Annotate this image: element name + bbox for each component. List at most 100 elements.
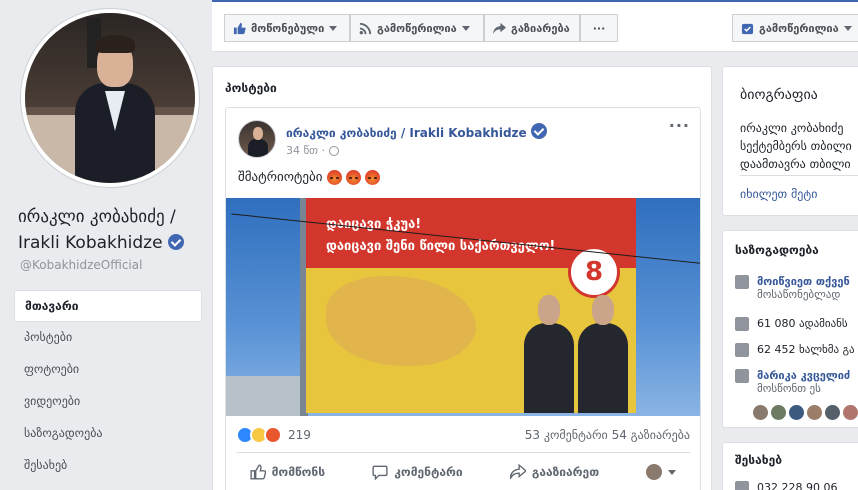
post-meta: 34 წთ · [286,144,339,157]
bio-title: ბიოგრაფია [740,87,818,103]
post-author-avatar[interactable] [238,120,276,158]
post-timestamp[interactable]: 34 წთ · [286,144,325,157]
likes-count: 61 080 ადამიანს [757,317,848,330]
nav-item-about[interactable]: შესახებ [14,450,202,482]
post-author[interactable]: ირაკლი კობახიძე / Irakli Kobakhidze [286,123,547,140]
post-text-content: შმატრიოტები [238,170,323,185]
more-options-label: ··· [592,21,606,35]
rss-icon [735,343,749,357]
post-photo[interactable]: დაიცავი ჭკუა! დაიცავი შენი წილი საქართვე… [226,198,700,416]
more-options-button[interactable]: ··· [580,14,618,42]
friend-avatar[interactable] [753,405,768,420]
person-figure [524,295,574,413]
invite-friends-sub: მოსაწონებლად [757,288,841,301]
person-figure [578,295,628,413]
profile-picture-frame[interactable] [20,8,200,188]
post-actions: მომწონს კომენტარი გააზიარეთ [226,464,700,480]
subscribed-button-label: გამოწერილია [759,21,839,35]
liked-button-label: მოწონებული [251,21,325,35]
add-friend-icon [735,275,749,289]
angry-reaction-icon [264,426,282,444]
page-avatar-icon [646,464,663,480]
rss-icon [359,22,372,34]
invite-friends-row[interactable]: მოიწვიეთ თქვენ მოსაწონებლად [735,275,850,301]
angry-emoji-icon [364,170,380,185]
engagement-counts: 53 კომენტარი 54 გაზიარება [525,428,690,442]
globe-icon[interactable] [329,145,339,156]
friend-avatar[interactable] [807,405,822,420]
bio-line: სექტემბერს თბილი [740,139,852,153]
page-action-bar: მოწონებული გამოწერილია გაზიარება ··· გამ… [212,0,858,52]
share-arrow-icon [509,464,526,480]
see-more-link[interactable]: იხილეთ მეტი [740,187,817,201]
chevron-down-icon [461,25,470,31]
profile-picture[interactable] [25,13,195,183]
post-card: ირაკლი კობახიძე / Irakli Kobakhidze 34 წ… [225,107,701,490]
divider [236,452,690,453]
reactions-summary[interactable]: 219 [236,426,311,444]
angry-emoji-icon [345,170,361,185]
angry-emoji-icon [326,170,342,185]
thumbs-up-icon [233,22,246,34]
post-as-selector[interactable] [646,464,677,480]
comment-action-label: კომენტარი [394,465,463,479]
subscribed-button[interactable]: გამოწერილია [732,14,858,42]
friend-avatar[interactable] [771,405,786,420]
likes-row: 61 080 ადამიანს [735,317,848,331]
nav-item-posts[interactable]: პოსტები [14,322,202,354]
share-action-button[interactable]: გააზიარეთ [509,464,600,480]
like-action-label: მომწონს [271,465,326,479]
community-panel: საზოგადოება მოიწვიეთ თქვენ მოსაწონებლად … [722,230,858,428]
nav-item-photos[interactable]: ფოტოები [14,354,202,386]
friend-avatar[interactable] [825,405,840,420]
friend-avatar[interactable] [843,405,858,420]
chevron-down-icon [843,25,852,31]
invite-friends-link[interactable]: მოიწვიეთ თქვენ [757,275,850,288]
info-panel: შესახებ 032 228 90 06 [722,442,858,490]
following-button-label: გამოწერილია [377,21,457,35]
posts-section: პოსტები ირაკლი კობახიძე / Irakli Kobakhi… [212,66,712,490]
friend-avatars [753,405,858,420]
friends-icon [735,369,749,383]
nav-item-community[interactable]: საზოგადოება [14,418,202,450]
thumbs-up-icon [250,464,266,480]
chevron-down-icon [668,469,677,475]
page-handle[interactable]: @KobakhidzeOfficial [20,258,142,272]
share-page-button-label: გაზიარება [511,21,570,35]
nav-item-home[interactable]: მთავარი [14,290,202,322]
share-page-button[interactable]: გაზიარება [484,14,580,42]
page-name[interactable]: ირაკლი კობახიძე / Irakli Kobakhidze [18,204,208,256]
bio-line: დაამთავრა თბილი [740,157,851,171]
page-nav: მთავარი პოსტები ფოტოები ვიდეოები საზოგად… [14,290,202,482]
building-image-part [226,376,302,416]
follows-count: 62 452 ხალხმა გა [757,343,855,356]
chevron-down-icon [329,25,338,31]
community-title[interactable]: საზოგადოება [735,243,819,257]
post-options-icon[interactable]: ··· [669,116,690,135]
comment-bubble-icon [372,465,388,480]
thumbs-up-icon [735,317,749,331]
post-author-name[interactable]: ირაკლი კობახიძე / Irakli Kobakhidze [286,126,527,140]
comment-action-button[interactable]: კომენტარი [372,464,463,480]
reaction-count[interactable]: 219 [288,428,311,442]
like-action-button[interactable]: მომწონს [250,464,325,480]
verified-badge-icon [530,123,547,139]
liked-button[interactable]: მოწონებული [224,14,350,42]
follows-row: 62 452 ხალხმა გა [735,343,855,357]
friend-name-link[interactable]: მარიკა კვცელიძ [757,369,850,382]
posts-section-title: პოსტები [225,81,277,95]
page-name-text[interactable]: ირაკლი კობახიძე / Irakli Kobakhidze [18,207,176,253]
share-count[interactable]: 54 გაზიარება [612,428,690,442]
friends-like-row: მარიკა კვცელიძ მოსწონთ ეს [735,369,850,395]
following-button[interactable]: გამოწერილია [350,14,484,42]
phone-number[interactable]: 032 228 90 06 [757,481,837,490]
nav-item-videos[interactable]: ვიდეოები [14,386,202,418]
info-title[interactable]: შესახებ [735,453,782,467]
comment-count[interactable]: 53 კომენტარი [525,428,608,442]
share-arrow-icon [493,22,506,34]
friend-avatar[interactable] [789,405,804,420]
verified-badge-icon [167,234,184,250]
about-panel: ბიოგრაფია ირაკლი კობახიძე სექტემბერს თბი… [722,66,858,216]
share-action-label: გააზიარეთ [531,465,600,479]
checkbox-icon [741,23,754,34]
